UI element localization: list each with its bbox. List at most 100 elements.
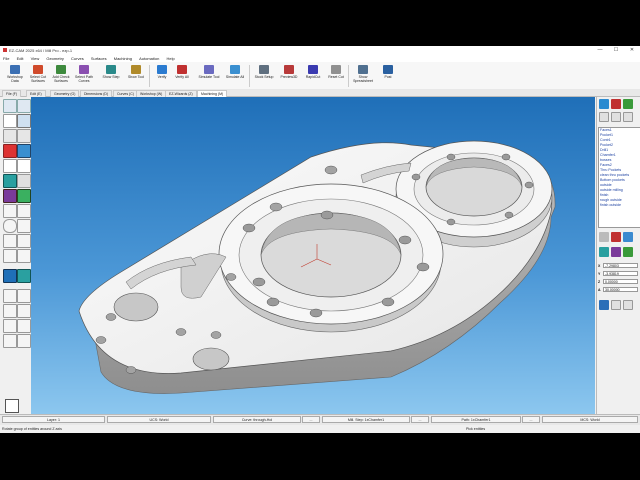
status-ucs[interactable]: UCS: World [107, 416, 211, 423]
show-tool-button[interactable]: Show Tool [124, 64, 148, 88]
status-mcs[interactable]: MCS: World [542, 416, 638, 423]
menu-file[interactable]: File [0, 55, 12, 62]
zoom-out-icon[interactable] [17, 159, 31, 173]
revolve-icon[interactable] [17, 269, 31, 283]
machining-tree-icon[interactable] [599, 99, 609, 109]
delete-step-icon[interactable] [623, 112, 633, 122]
measure-icon[interactable] [17, 129, 31, 143]
menu-curves[interactable]: Curves [68, 55, 87, 62]
tool-shape-icon[interactable] [599, 232, 609, 242]
grid-icon[interactable] [3, 114, 17, 128]
rapidcut-button[interactable]: RapidCut [301, 64, 325, 88]
fillet-icon[interactable] [3, 334, 17, 348]
cad-viewport[interactable] [31, 97, 595, 414]
coord-z-field[interactable]: 0.00000 [603, 279, 638, 284]
move-up-icon[interactable] [599, 112, 609, 122]
circle-icon[interactable] [3, 219, 17, 233]
post-button[interactable]: Post [376, 64, 400, 88]
mirror-icon[interactable] [17, 304, 31, 318]
status-path-more[interactable]: ... [522, 416, 540, 423]
maximize-button[interactable]: ☐ [608, 46, 624, 55]
chamfer-icon[interactable] [17, 334, 31, 348]
stock-setup-button[interactable]: Stock Setup [252, 64, 276, 88]
move-down-icon[interactable] [611, 112, 621, 122]
snap-icon[interactable] [3, 129, 17, 143]
speed-icon[interactable] [611, 247, 621, 257]
show-spreadsheet-button[interactable]: Show Spreadsheet [351, 64, 375, 88]
window-select-icon[interactable] [17, 114, 31, 128]
offset-icon[interactable] [3, 304, 17, 318]
list-item[interactable]: finish outside [599, 203, 640, 208]
solid-icon[interactable] [3, 174, 17, 188]
tab-dimensions[interactable]: Dimensions (D) [80, 90, 113, 97]
select-cut-surfaces-button[interactable]: Select Cut Surfaces [26, 64, 50, 88]
point-icon[interactable] [17, 249, 31, 263]
close-button[interactable]: ✕ [624, 46, 640, 55]
stock-icon[interactable] [623, 99, 633, 109]
preview3d-button[interactable]: Preview3D [277, 64, 301, 88]
rectangle-icon[interactable] [3, 234, 17, 248]
add-check-surfaces-button[interactable]: Add Check Surfaces [49, 64, 73, 88]
tab-ez-wizards[interactable]: EZ-Wizards (Z) [165, 90, 197, 97]
feed-icon[interactable] [599, 247, 609, 257]
menu-surfaces[interactable]: Surfaces [88, 55, 110, 62]
layers-icon[interactable] [3, 189, 17, 203]
menu-automation[interactable]: Automation [136, 55, 162, 62]
text-icon[interactable] [3, 249, 17, 263]
status-layer[interactable]: Layer: 1 [2, 416, 105, 423]
tab-edit[interactable]: Edit (E) [26, 90, 46, 97]
machining-steps-list[interactable]: Faces1 Pocket1 Contr1 Pocket2 Drill1 Cha… [598, 127, 640, 228]
coord-z: Z 0.00000 [598, 279, 639, 285]
tool-params-icon[interactable] [623, 232, 633, 242]
status-curve-more[interactable]: ... [302, 416, 320, 423]
tab-geometry[interactable]: Geometry (G) [50, 90, 80, 97]
extrude-icon[interactable] [3, 269, 17, 283]
enter-icon[interactable] [599, 300, 609, 310]
arc-icon[interactable] [17, 219, 31, 233]
menu-edit[interactable]: Edit [14, 55, 27, 62]
zoom-in-icon[interactable] [3, 159, 17, 173]
select-path-curves-button[interactable]: Select Path Curves [72, 64, 96, 88]
coord-y-field[interactable]: -3.93819 [603, 271, 638, 276]
tab-machining[interactable]: Machining (M) [197, 90, 228, 97]
status-curve[interactable]: Curve: through-Hol [213, 416, 301, 423]
polyline-icon[interactable] [17, 204, 31, 218]
show-step-button[interactable]: Show Step [99, 64, 123, 88]
minimize-button[interactable]: — [592, 46, 608, 55]
spline-icon[interactable] [17, 234, 31, 248]
bottom-pocket [192, 347, 230, 371]
menu-view[interactable]: View [28, 55, 43, 62]
reset-cut-button[interactable]: Reset Cut [324, 64, 348, 88]
tab-workshop[interactable]: Workshop (W) [136, 90, 167, 97]
simulate-all-button[interactable]: Simulate All [223, 64, 247, 88]
menu-machining[interactable]: Machining [111, 55, 135, 62]
tool-library-icon[interactable] [611, 99, 621, 109]
menu-geometry[interactable]: Geometry [43, 55, 67, 62]
line-icon[interactable] [3, 204, 17, 218]
wireframe-icon[interactable] [17, 174, 31, 188]
coord-x-field[interactable]: -7.29803 [603, 263, 638, 268]
extend-icon[interactable] [17, 289, 31, 303]
trim-icon[interactable] [3, 289, 17, 303]
status-path[interactable]: Path: 1xChamfer1 [431, 416, 521, 423]
status-mill-step-more[interactable]: ... [411, 416, 429, 423]
shade-icon[interactable] [3, 144, 17, 158]
view-top-icon[interactable] [3, 99, 17, 113]
polar-icon[interactable] [611, 300, 621, 310]
tool-holder-icon[interactable] [611, 232, 621, 242]
rotate-icon[interactable] [17, 144, 31, 158]
scale-icon[interactable] [17, 319, 31, 333]
workshop-data-button[interactable]: Workshop Data [3, 64, 27, 88]
menu-help[interactable]: Help [163, 55, 177, 62]
color-icon[interactable] [17, 189, 31, 203]
verify-all-button[interactable]: Verify All [170, 64, 194, 88]
relative-icon[interactable] [623, 300, 633, 310]
move-icon[interactable] [3, 319, 17, 333]
coolant-icon[interactable] [623, 247, 633, 257]
status-mill-step[interactable]: Mill. Step: 1xChamfer1 [322, 416, 410, 423]
coord-a-field[interactable]: 30.00000 [603, 287, 638, 292]
simulate-tool-button[interactable]: Simulate Tool [197, 64, 221, 88]
tab-file[interactable]: File (F) [2, 90, 22, 97]
tab-curves[interactable]: Curves (C) [113, 90, 138, 97]
view-front-icon[interactable] [17, 99, 31, 113]
